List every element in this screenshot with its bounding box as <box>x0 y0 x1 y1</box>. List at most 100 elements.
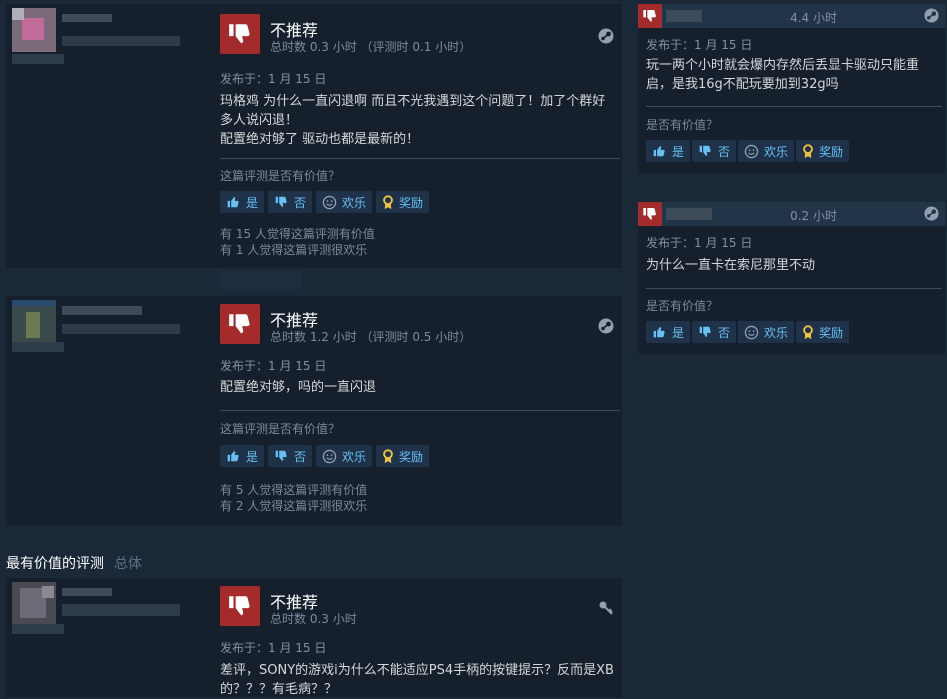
helpful-count: 有 15 人觉得这篇评测有价值 <box>220 227 375 241</box>
section-title: 最有价值的评测 <box>6 556 104 572</box>
award-icon <box>383 448 393 463</box>
award-icon <box>803 324 813 339</box>
review-text-line: 玩一两个小时就会爆内存然后丢显卡驱动只能重 <box>646 58 920 73</box>
vote-buttons: 是 否 欢乐 奖励 <box>646 321 850 343</box>
thumbs-up-icon <box>653 146 665 157</box>
award-button[interactable]: 奖励 <box>376 191 430 213</box>
posted-date: 发布于：1 月 15 日 <box>220 359 327 373</box>
faded-button[interactable] <box>220 270 302 290</box>
divider <box>646 288 942 289</box>
review-text-line: 多人说闪退！ <box>220 113 299 128</box>
vote-counts: 有 15 人觉得这篇评测有价值 有 1 人觉得这篇评测很欢乐 <box>220 226 375 258</box>
vote-funny-label: 欢乐 <box>764 144 789 159</box>
vote-funny-label: 欢乐 <box>342 195 367 210</box>
avatar[interactable] <box>12 582 56 626</box>
reviewer-name[interactable] <box>666 208 712 220</box>
vote-buttons: 是 否 欢乐 奖励 <box>220 191 430 213</box>
posted-date: 发布于：1 月 15 日 <box>646 236 753 250</box>
vote-yes-label: 是 <box>672 325 685 340</box>
posted-date: 发布于：1 月 15 日 <box>646 38 753 52</box>
thumbs-down-icon <box>220 304 260 344</box>
thumbs-down-icon <box>699 326 711 337</box>
smiley-icon <box>744 325 759 339</box>
key-icon <box>599 601 613 615</box>
vote-no-label: 否 <box>718 325 731 340</box>
smiley-icon <box>322 195 337 209</box>
playtime: 4.4 小时 <box>790 11 837 25</box>
award-label: 奖励 <box>399 449 424 464</box>
posted-date: 发布于：1 月 15 日 <box>220 641 327 655</box>
vote-funny-label: 欢乐 <box>764 325 789 340</box>
divider <box>220 410 620 411</box>
vote-no-label: 否 <box>294 195 307 210</box>
reviewer-info[interactable] <box>6 296 216 376</box>
steam-icon <box>924 8 939 23</box>
side-review-header[interactable]: 0.2 小时 <box>638 202 945 226</box>
review-text-line: 启，是我16g不配玩要加到32g吗 <box>646 77 839 92</box>
award-label: 奖励 <box>819 325 844 340</box>
helpful-question: 这篇评测是否有价值？ <box>220 169 341 183</box>
playtime: 总时数 0.3 小时 （评测时 0.1 小时） <box>270 40 472 54</box>
review-card: 不推荐 总时数 0.3 小时 发布于：1 月 15 日 差评，SONY的游戏i为… <box>6 578 622 697</box>
vote-funny-button[interactable]: 欢乐 <box>738 140 795 162</box>
vote-no-button[interactable]: 否 <box>268 445 313 467</box>
review-text-line: 为什么一直卡在索尼那里不动 <box>646 258 816 273</box>
helpful-question: 是否有价值？ <box>646 299 719 313</box>
posted-date: 发布于：1 月 15 日 <box>220 72 327 86</box>
vote-no-button[interactable]: 否 <box>692 321 737 343</box>
vote-yes-button[interactable]: 是 <box>220 191 265 213</box>
review-text: 配置绝对够，吗的一直闪退 <box>220 378 620 397</box>
helpful-count: 有 5 人觉得这篇评测有价值 <box>220 483 368 497</box>
vote-yes-label: 是 <box>246 449 259 464</box>
steam-icon <box>924 206 939 221</box>
award-button[interactable]: 奖励 <box>376 445 430 467</box>
thumbs-down-icon <box>638 4 662 28</box>
review-text-line: 玛格鸡 为什么一直闪退啊 而且不光我遇到这个问题了！加了个群好 <box>220 94 606 109</box>
award-button[interactable]: 奖励 <box>796 140 850 162</box>
award-button[interactable]: 奖励 <box>796 321 850 343</box>
helpful-question: 是否有价值？ <box>646 118 719 132</box>
review-text-line: 配置绝对够，吗的一直闪退 <box>220 380 377 395</box>
award-icon <box>383 194 393 209</box>
review-text: 玩一两个小时就会爆内存然后丢显卡驱动只能重 启，是我16g不配玩要加到32g吗 <box>646 56 946 94</box>
funny-count: 有 1 人觉得这篇评测很欢乐 <box>220 243 368 257</box>
thumbs-down-icon <box>220 14 260 54</box>
review-text: 玛格鸡 为什么一直闪退啊 而且不光我遇到这个问题了！加了个群好 多人说闪退！ 配… <box>220 92 620 149</box>
vote-funny-button[interactable]: 欢乐 <box>316 191 373 213</box>
smiley-icon <box>322 449 337 463</box>
playtime: 总时数 1.2 小时 （评测时 0.5 小时） <box>270 330 472 344</box>
reviewer-name[interactable] <box>666 10 702 22</box>
thumbs-up-icon <box>227 451 239 462</box>
review-card: 不推荐 总时数 0.3 小时 （评测时 0.1 小时） 发布于：1 月 15 日… <box>6 4 622 268</box>
vote-counts: 有 5 人觉得这篇评测有价值 有 2 人觉得这篇评测很欢乐 <box>220 482 367 514</box>
vote-funny-button[interactable]: 欢乐 <box>738 321 795 343</box>
vote-buttons: 是 否 欢乐 奖励 <box>220 445 430 467</box>
thumbs-down-icon <box>220 586 260 626</box>
steam-icon <box>598 318 614 334</box>
reviewer-info[interactable] <box>6 4 216 84</box>
playtime: 总时数 0.3 小时 <box>270 612 357 626</box>
vote-no-button[interactable]: 否 <box>268 191 313 213</box>
vote-no-button[interactable]: 否 <box>692 140 737 162</box>
reviewer-info[interactable] <box>6 578 216 658</box>
avatar[interactable] <box>12 300 56 344</box>
vote-yes-button[interactable]: 是 <box>220 445 265 467</box>
section-header: 最有价值的评测 总体 <box>6 553 142 573</box>
helpful-question: 这篇评测是否有价值？ <box>220 422 341 436</box>
thumbs-up-icon <box>653 327 665 338</box>
side-review-card: 4.4 小时 发布于：1 月 15 日 玩一两个小时就会爆内存然后丢显卡驱动只能… <box>638 4 945 174</box>
side-review-header[interactable]: 4.4 小时 <box>638 4 945 28</box>
thumbs-down-icon <box>699 145 711 156</box>
vote-buttons: 是 否 欢乐 奖励 <box>646 140 850 162</box>
vote-yes-button[interactable]: 是 <box>646 321 691 343</box>
thumbs-down-icon <box>638 202 662 226</box>
funny-count: 有 2 人觉得这篇评测很欢乐 <box>220 499 368 513</box>
vote-yes-button[interactable]: 是 <box>646 140 691 162</box>
avatar[interactable] <box>12 8 56 52</box>
vote-yes-label: 是 <box>672 144 685 159</box>
vote-funny-button[interactable]: 欢乐 <box>316 445 373 467</box>
award-label: 奖励 <box>399 195 424 210</box>
steam-icon <box>598 28 614 44</box>
thumbs-up-icon <box>227 197 239 208</box>
section-subtitle[interactable]: 总体 <box>114 556 142 572</box>
